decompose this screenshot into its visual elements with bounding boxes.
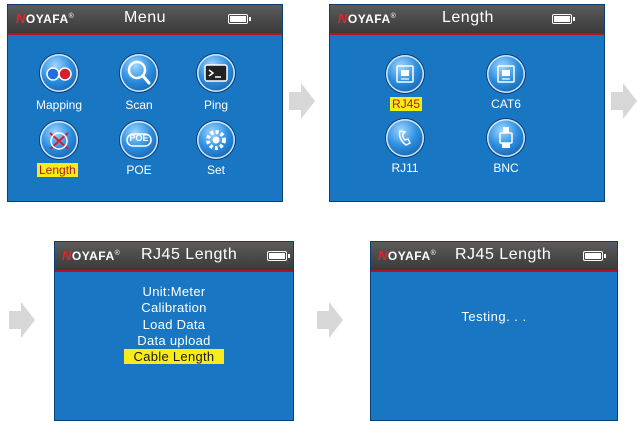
- menu-label-scan[interactable]: Scan: [99, 98, 179, 112]
- arrow-right-icon: [289, 83, 315, 119]
- magnifier-icon[interactable]: [120, 54, 158, 92]
- menu-label-poe[interactable]: POE: [99, 163, 179, 177]
- length-icon[interactable]: [40, 121, 78, 159]
- menu-label-ping[interactable]: Ping: [176, 98, 256, 112]
- gear-icon[interactable]: [197, 121, 235, 159]
- rj45-icon[interactable]: [386, 55, 424, 93]
- noyafa-logo: NOYAFA®: [338, 11, 397, 26]
- screen-title: Menu: [124, 9, 167, 26]
- length-option-rj45[interactable]: RJ45: [390, 97, 423, 111]
- menu-item-unit[interactable]: Unit:Meter: [55, 284, 293, 299]
- menu-screen: NOYAFA® Menu Mapping Scan Ping Length PO…: [7, 4, 283, 202]
- header-bar: NOYAFA® RJ45 Length: [371, 242, 617, 272]
- screen-title: Length: [442, 9, 494, 26]
- length-screen: NOYAFA® Length RJ45 CAT6 RJ11 BNC: [329, 4, 605, 202]
- menu-label-set[interactable]: Set: [176, 163, 256, 177]
- battery-icon: [228, 14, 251, 24]
- battery-icon: [552, 14, 575, 24]
- cat6-icon[interactable]: [487, 55, 525, 93]
- poe-icon-text: POE: [129, 133, 149, 143]
- length-option-rj11[interactable]: RJ11: [365, 161, 445, 175]
- arrow-right-icon: [317, 302, 343, 338]
- testing-status: Testing. . .: [461, 309, 527, 324]
- noyafa-logo: NOYAFA®: [62, 248, 121, 263]
- menu-item-load-data[interactable]: Load Data: [55, 317, 293, 332]
- noyafa-logo: NOYAFA®: [378, 248, 437, 263]
- header-bar: NOYAFA® RJ45 Length: [55, 242, 293, 272]
- menu-item-calibration[interactable]: Calibration: [55, 300, 293, 315]
- menu-label-length[interactable]: Length: [37, 163, 78, 177]
- battery-icon: [583, 251, 606, 261]
- phone-icon[interactable]: [386, 119, 424, 157]
- testing-screen: NOYAFA® RJ45 Length Testing. . .: [370, 241, 618, 421]
- menu-item-data-upload[interactable]: Data upload: [55, 333, 293, 348]
- header-bar: NOYAFA® Menu: [8, 5, 282, 35]
- poe-icon[interactable]: POE: [120, 121, 158, 159]
- terminal-icon[interactable]: [197, 54, 235, 92]
- screen-title: RJ45 Length: [141, 246, 238, 263]
- menu-item-cable-length[interactable]: Cable Length: [55, 349, 293, 364]
- arrow-right-icon: [9, 302, 35, 338]
- arrow-right-icon: [611, 83, 637, 119]
- bnc-icon[interactable]: [487, 119, 525, 157]
- mapping-icon[interactable]: [40, 54, 78, 92]
- menu-label-mapping[interactable]: Mapping: [19, 98, 99, 112]
- header-bar: NOYAFA® Length: [330, 5, 604, 35]
- noyafa-logo: NOYAFA®: [16, 11, 75, 26]
- length-option-cat6[interactable]: CAT6: [466, 97, 546, 111]
- battery-icon: [267, 251, 290, 261]
- rj45-length-screen: NOYAFA® RJ45 Length Unit:Meter Calibrati…: [54, 241, 294, 421]
- screen-title: RJ45 Length: [455, 246, 552, 263]
- length-option-bnc[interactable]: BNC: [466, 161, 546, 175]
